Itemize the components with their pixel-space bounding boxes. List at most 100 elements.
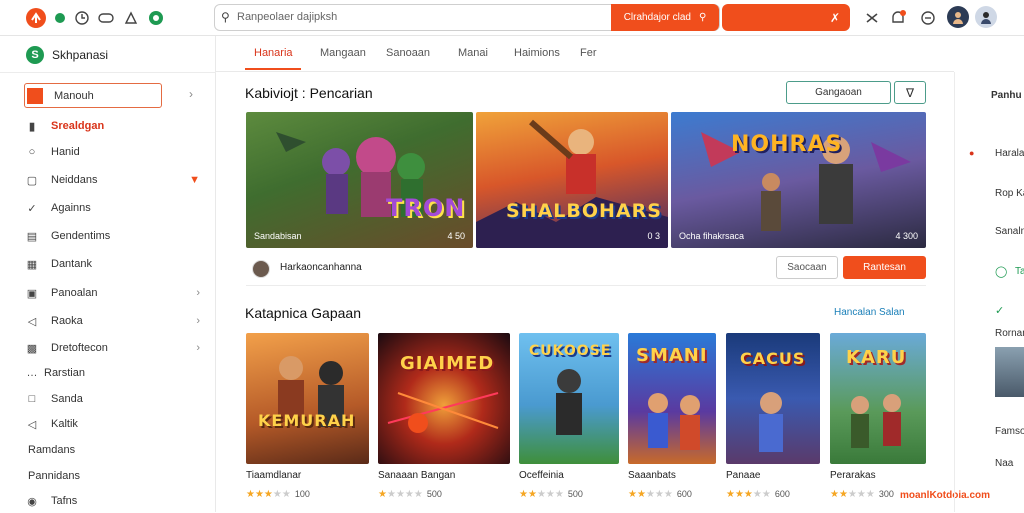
brand[interactable]: S Skhpanasi [26,46,108,64]
sidebar-item-label: Manouh [54,89,94,102]
action-button[interactable]: ✗ [722,4,850,31]
game-title: SHALBOHARS [506,200,662,222]
app-logo-icon[interactable] [26,8,46,28]
sidebar-item-manouh[interactable]: Manouh [24,83,162,108]
tab-haimions[interactable]: Haimions [514,47,560,59]
view-all-link[interactable]: Hancalan Salan [834,307,905,318]
game-title: CUKOOSE [529,343,612,359]
sort-icon: ∇ [905,85,915,100]
sidebar-item-againns[interactable]: ✓ Againns [24,196,202,220]
rating-count: 600 [676,489,692,499]
creator-name[interactable]: Harkaoncanhanna [280,262,362,273]
sidebar-item-raoka[interactable]: ◁ Raoka › [24,309,202,333]
star-rating: ★★★★★ 500 [519,489,583,500]
right-pane-item[interactable]: Famso [995,426,1024,437]
calendar-icon: ▦ [26,258,38,271]
sidebar-item-label: Hanid [51,146,80,158]
featured-card[interactable]: TRON Sandabisan 4 50 [246,112,473,248]
brand-logo-icon: S [26,46,44,64]
gamepad-icon[interactable] [121,8,141,28]
search-icon: ⚲ [698,12,707,23]
game-tile[interactable]: GIAIMED [378,333,510,464]
tag-icon: ◁ [27,418,37,431]
sidebar-item-panoalan[interactable]: ▣ Panoalan › [24,281,202,305]
sidebar-item-gendentims[interactable]: ▤ Gendentims [24,224,202,248]
search-input[interactable]: Ranpeolaer dajipksh [237,11,337,23]
check-icon: ✓ [995,305,1005,317]
square-icon [27,87,43,104]
right-pane-item[interactable]: Haralan [995,148,1024,159]
chevron-right-icon[interactable]: › [189,87,193,101]
search-bar[interactable]: ⚲ Ranpeolaer dajipksh Clrahdajor clad ⚲ [214,4,720,31]
right-pane-item[interactable]: Naa [995,458,1013,469]
list-icon: … [26,367,38,379]
sidebar-item-label: Dantank [51,258,92,270]
sidebar-item-label: Ramdans [28,444,76,456]
game-name[interactable]: Oceffeinia [519,470,564,481]
shuffle-icon[interactable] [862,8,882,28]
featured-card[interactable]: NOHRAS Ocha fihakrsaca 4 300 [671,112,926,248]
sidebar-item-srealdgan[interactable]: ▮ Srealdgan [24,114,202,138]
sidebar-item-hanid[interactable]: ○ Hanid [24,140,202,164]
search-button[interactable]: Clrahdajor clad ⚲ [611,4,719,31]
game-name[interactable]: Tiaamdlanar [246,470,301,481]
status-dot-icon [50,8,70,28]
game-art [476,119,668,248]
sidebar-item-ramdans[interactable]: Ramdans [28,438,206,462]
star-rating: ★★★★★ 100 [246,489,310,500]
sidebar-item-neiddans[interactable]: ▢ Neiddans ▼ [24,168,202,192]
clock-icon[interactable] [72,8,92,28]
right-pane-heading: Panhu [991,90,1022,101]
tab-sanoaan[interactable]: Sanoaan [386,47,430,59]
right-pane-item[interactable]: Sanaln [995,226,1024,237]
sidebar-item-dretoftecon[interactable]: ▩ Dretoftecon › [24,336,202,360]
filter-dropdown[interactable]: Gangaoan [786,81,891,104]
right-pane-item[interactable]: Rop Kan [995,188,1024,199]
star-icons: ★★★★★ [246,489,291,500]
game-name[interactable]: Saaanbats [628,470,676,481]
sidebar-item-kaltik[interactable]: ◁ Kaltik [24,412,202,436]
game-name[interactable]: Perarakas [830,470,876,481]
star-rating: ★★★★★ 500 [378,489,442,500]
game-name[interactable]: Sanaaan Bangan [378,470,455,481]
avatar[interactable] [252,260,270,278]
tab-mangaan[interactable]: Mangaan [320,47,366,59]
avatar[interactable] [947,6,969,28]
featured-card[interactable]: SHALBOHARS 0 3 [476,112,668,248]
sidebar-item-dantank[interactable]: ▦ Dantank [24,252,202,276]
avatar-secondary[interactable] [975,6,997,28]
tab-manai[interactable]: Manai [458,47,488,59]
tab-hanaria[interactable]: Hanaria [254,47,293,59]
game-title: TRON [386,194,466,222]
sidebar-item-rarstian[interactable]: … Rarstian [24,361,202,385]
rating-count: 500 [426,489,442,499]
subscribe-button[interactable]: Rantesan [843,256,926,279]
game-tile[interactable]: CUKOOSE [519,333,619,464]
monitor-icon: ▢ [26,174,38,187]
thumbnail[interactable] [995,347,1024,397]
divider [0,72,216,73]
sidebar-item-sanda[interactable]: □ Sanda [24,387,202,411]
card-count: 4 50 [447,231,465,241]
game-name[interactable]: Panaae [726,470,760,481]
notification-icon[interactable] [888,8,908,28]
settings-icon[interactable] [918,8,938,28]
card-count: 4 300 [895,231,918,241]
sidebar-item-pannidans[interactable]: Pannidans [28,464,206,488]
game-tile[interactable]: KARU [830,333,926,464]
globe-icon: ◉ [27,495,37,508]
game-tile[interactable]: CACUS [726,333,820,464]
game-tile[interactable]: SMANI [628,333,716,464]
rating-count: 300 [878,489,894,499]
tab-fer[interactable]: Fer [580,47,597,59]
right-pane-item[interactable]: Rornan [995,328,1024,339]
follow-button[interactable]: Saocaan [776,256,838,279]
green-badge-icon[interactable] [146,8,166,28]
search-button-label: Clrahdajor clad [623,12,691,23]
chat-icon: ○ [28,146,36,158]
game-tile[interactable]: KEMURAH [246,333,369,464]
controller-icon[interactable] [96,8,116,28]
right-pane-item[interactable]: Tao [1015,266,1024,277]
sort-button[interactable]: ∇ [894,81,926,104]
sidebar-item-tafns[interactable]: ◉ Tafns [24,489,202,513]
